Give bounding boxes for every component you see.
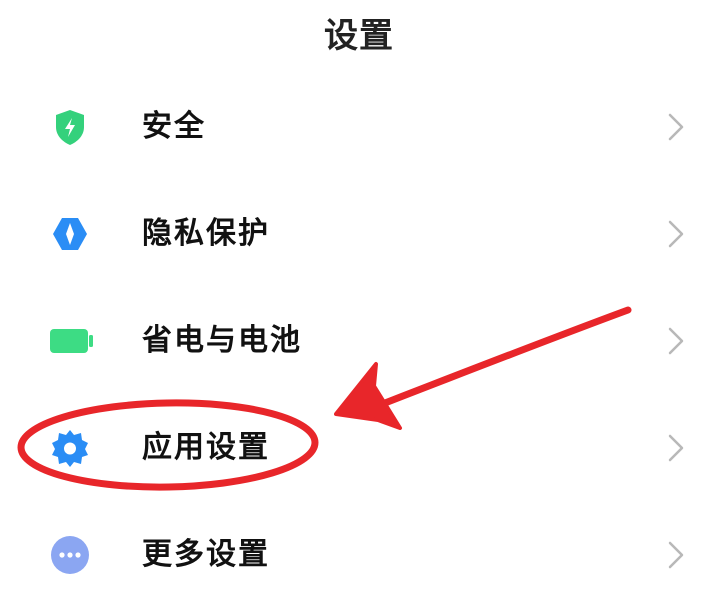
chevron-right-icon	[664, 325, 688, 357]
settings-item-label: 安全	[142, 109, 206, 144]
settings-item-label: 隐私保护	[142, 216, 270, 251]
settings-item-label: 应用设置	[142, 430, 270, 465]
settings-list: 安全 隐私保护 省电与电池 应用设置 更多设置	[0, 73, 718, 608]
battery-icon	[50, 321, 93, 361]
gear-icon	[50, 428, 90, 468]
chevron-right-icon	[664, 539, 688, 571]
privacy-icon	[50, 214, 90, 254]
settings-item-privacy[interactable]: 隐私保护	[0, 180, 718, 287]
chevron-right-icon	[664, 111, 688, 143]
chevron-right-icon	[664, 218, 688, 250]
settings-item-label: 更多设置	[142, 537, 270, 572]
chevron-right-icon	[664, 432, 688, 464]
settings-item-label: 省电与电池	[142, 323, 302, 358]
settings-item-security[interactable]: 安全	[0, 73, 718, 180]
settings-item-battery[interactable]: 省电与电池	[0, 287, 718, 394]
page-title: 设置	[324, 16, 394, 56]
more-dots-icon	[50, 535, 90, 575]
security-shield-icon	[50, 107, 90, 147]
settings-item-app-settings[interactable]: 应用设置	[0, 394, 718, 501]
